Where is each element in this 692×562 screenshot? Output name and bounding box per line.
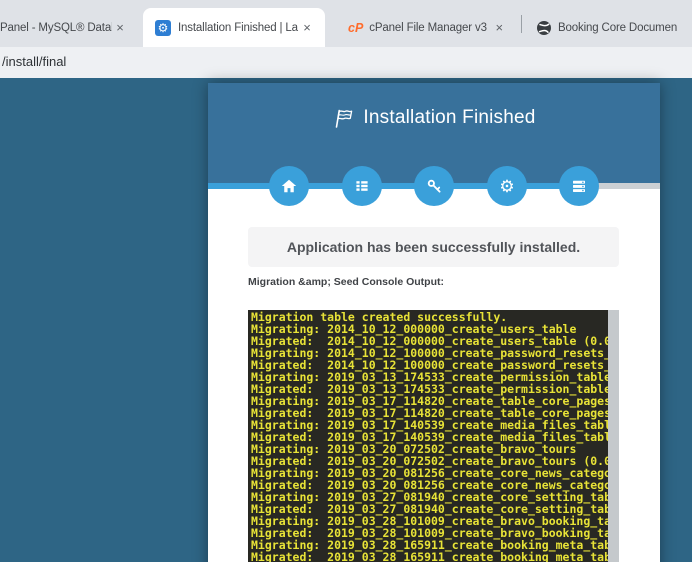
close-icon[interactable]: × [299, 20, 315, 36]
url-text[interactable]: /install/final [2, 54, 66, 69]
tab-cpanel-file-manager[interactable]: cP cPanel File Manager v3 × [332, 8, 516, 47]
success-message: Application has been successfully instal… [287, 239, 580, 255]
tab-installation-finished[interactable]: ⚙ Installation Finished | La × [143, 8, 325, 47]
console-scrollbar-thumb[interactable] [608, 310, 619, 562]
console-output-label: Migration &amp; Seed Console Output: [248, 276, 444, 288]
tab-title: Installation Finished | La [178, 22, 299, 34]
server-icon [571, 178, 587, 194]
step-permissions-button[interactable] [414, 166, 454, 206]
cpanel-logo-icon: cP [348, 21, 363, 35]
tab-mysql-databases[interactable]: Panel - MySQL® Datab × [0, 8, 136, 47]
console-output-box: Migration table created successfully. Mi… [248, 310, 619, 562]
step-home-button[interactable] [269, 166, 309, 206]
tab-title: Panel - MySQL® Datab [0, 22, 112, 34]
gear-icon: ⚙ [499, 178, 514, 195]
home-icon [280, 177, 298, 195]
console-output: Migration table created successfully. Mi… [248, 310, 608, 562]
tab-booking-core-docs[interactable]: Booking Core Documen [528, 8, 692, 47]
success-alert: Application has been successfully instal… [248, 227, 619, 267]
title-row: Installation Finished [208, 107, 660, 129]
globe-icon [536, 20, 552, 36]
step-environment-button[interactable]: ⚙ [487, 166, 527, 206]
tab-separator [521, 15, 522, 33]
list-icon [354, 178, 370, 194]
close-icon[interactable]: × [491, 20, 507, 36]
tab-title: Booking Core Documen [558, 22, 692, 34]
installer-page: Installation Finished [0, 78, 692, 562]
key-icon [426, 178, 443, 195]
page-title: Installation Finished [363, 107, 535, 129]
close-icon[interactable]: × [112, 20, 128, 36]
address-bar[interactable]: /install/final [0, 47, 692, 78]
tab-title: cPanel File Manager v3 [369, 22, 491, 34]
gear-favicon-icon: ⚙ [155, 20, 171, 36]
browser-window: Panel - MySQL® Datab × ⚙ Installation Fi… [0, 0, 692, 562]
flag-icon [332, 108, 354, 129]
console-scrollbar[interactable] [608, 310, 619, 562]
browser-tab-bar: Panel - MySQL® Datab × ⚙ Installation Fi… [0, 0, 692, 47]
installer-card: Installation Finished [208, 83, 660, 562]
step-requirements-button[interactable] [342, 166, 382, 206]
step-database-button[interactable] [559, 166, 599, 206]
